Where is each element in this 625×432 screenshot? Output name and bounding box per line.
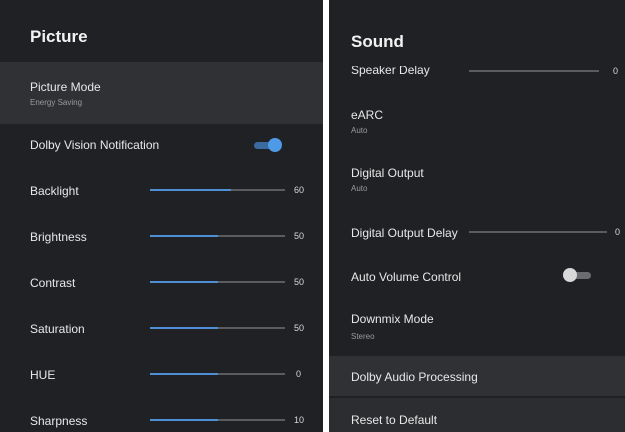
backlight-slider-fill [150, 189, 231, 191]
sharpness-label: Sharpness [30, 414, 88, 428]
backlight-slider[interactable] [150, 189, 285, 191]
reset-to-default-label: Reset to Default [351, 413, 438, 427]
brightness-value: 50 [294, 231, 305, 241]
speaker-delay-slider[interactable] [469, 70, 599, 72]
picture-mode-value: Energy Saving [30, 98, 83, 107]
earc-item[interactable]: eARC Auto [329, 96, 625, 152]
sound-settings-panel: Speaker Delay 0 Sound eARC Auto Digital … [329, 0, 625, 432]
contrast-slider[interactable] [150, 281, 285, 283]
picture-title: Picture [30, 27, 88, 46]
contrast-item[interactable]: Contrast 50 [0, 260, 323, 306]
digital-output-delay-slider[interactable] [469, 231, 607, 233]
brightness-slider-fill [150, 235, 218, 237]
digital-output-delay-value: 0 [615, 227, 621, 237]
auto-volume-control-item[interactable]: Auto Volume Control [329, 256, 625, 298]
hue-value: 0 [296, 369, 302, 379]
sharpness-item[interactable]: Sharpness 10 [0, 398, 323, 432]
sharpness-value: 10 [294, 415, 305, 425]
reset-to-default-item[interactable]: Reset to Default [329, 398, 625, 432]
dolby-vision-toggle[interactable] [252, 138, 282, 152]
speaker-delay-value: 0 [613, 66, 619, 76]
digital-output-item[interactable]: Digital Output Auto [329, 152, 625, 210]
hue-slider-fill [150, 373, 218, 375]
hue-item[interactable]: HUE 0 [0, 352, 323, 398]
downmix-mode-value: Stereo [351, 332, 375, 341]
saturation-value: 50 [294, 323, 305, 333]
saturation-slider[interactable] [150, 327, 285, 329]
contrast-label: Contrast [30, 276, 76, 290]
dolby-audio-processing-item[interactable]: Dolby Audio Processing [329, 356, 625, 396]
earc-value: Auto [351, 126, 368, 135]
auto-volume-toggle[interactable] [563, 268, 593, 282]
earc-label: eARC [351, 108, 384, 122]
picture-mode-label: Picture Mode [30, 80, 101, 94]
sound-title: Sound [351, 32, 404, 51]
hue-label: HUE [30, 368, 56, 382]
digital-output-label: Digital Output [351, 166, 424, 180]
sharpness-slider[interactable] [150, 419, 285, 421]
picture-settings-panel: Picture Picture Mode Energy Saving Dolby… [0, 0, 323, 432]
hue-slider[interactable] [150, 373, 285, 375]
brightness-item[interactable]: Brightness 50 [0, 214, 323, 260]
backlight-item[interactable]: Backlight 60 [0, 168, 323, 214]
saturation-slider-fill [150, 327, 218, 329]
picture-header: Picture [0, 0, 323, 62]
toggle-knob [268, 138, 282, 152]
sharpness-slider-fill [150, 419, 218, 421]
downmix-mode-label: Downmix Mode [351, 312, 434, 326]
digital-output-delay-label: Digital Output Delay [351, 226, 458, 240]
digital-output-value: Auto [351, 184, 368, 193]
dolby-audio-processing-label: Dolby Audio Processing [351, 370, 478, 384]
brightness-slider[interactable] [150, 235, 285, 237]
sound-header: Sound [329, 0, 625, 66]
picture-mode-item[interactable]: Picture Mode Energy Saving [0, 62, 323, 124]
contrast-slider-fill [150, 281, 218, 283]
saturation-label: Saturation [30, 322, 85, 336]
brightness-label: Brightness [30, 230, 87, 244]
contrast-value: 50 [294, 277, 305, 287]
saturation-item[interactable]: Saturation 50 [0, 306, 323, 352]
downmix-mode-item[interactable]: Downmix Mode Stereo [329, 298, 625, 354]
auto-volume-control-label: Auto Volume Control [351, 270, 462, 284]
toggle-knob [563, 268, 577, 282]
backlight-value: 60 [294, 185, 305, 195]
dolby-vision-notification-label: Dolby Vision Notification [30, 138, 160, 152]
digital-output-delay-item[interactable]: Digital Output Delay 0 [329, 210, 625, 256]
dolby-vision-notification-item[interactable]: Dolby Vision Notification [0, 124, 323, 168]
backlight-label: Backlight [30, 184, 79, 198]
